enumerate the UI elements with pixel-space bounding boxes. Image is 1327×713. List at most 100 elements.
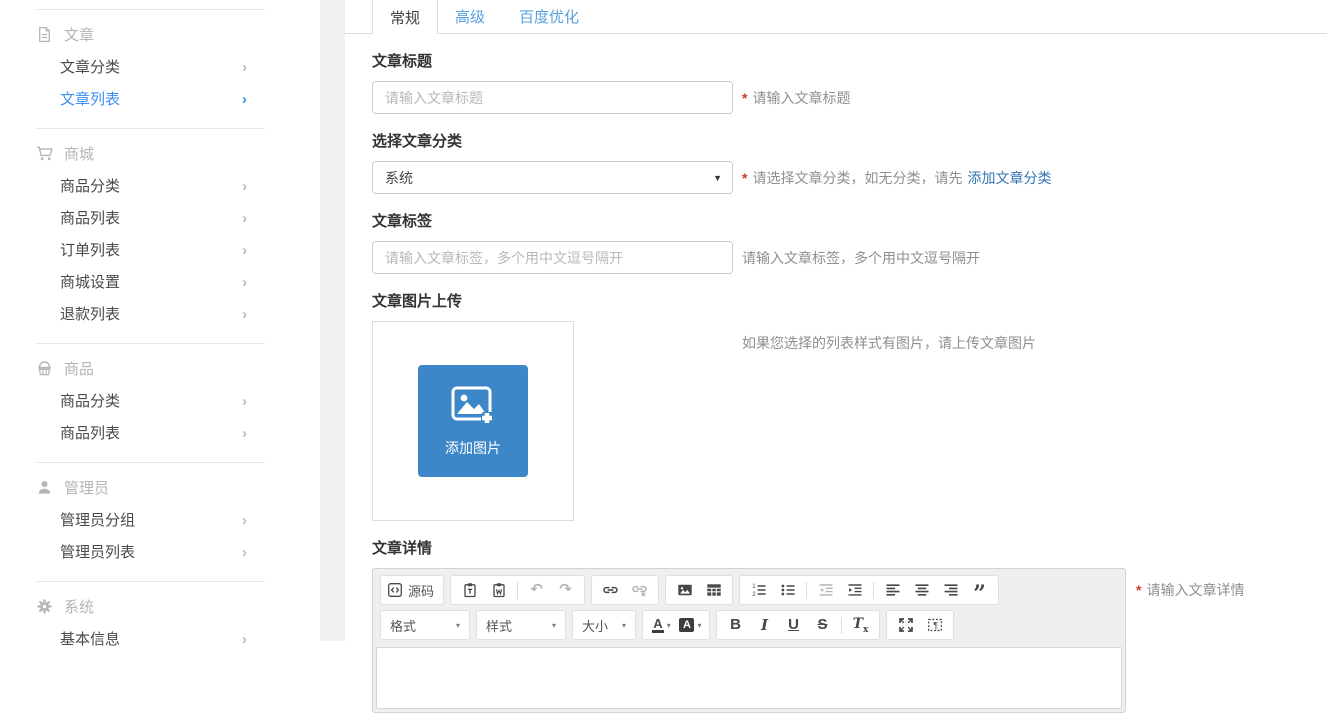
sidebar-group-product-header[interactable]: 商品	[35, 344, 265, 386]
sidebar-group-article-header[interactable]: 文章	[35, 10, 265, 52]
show-blocks-button[interactable]: ¶	[920, 613, 949, 637]
sidebar-item-admin-list[interactable]: 管理员列表 ›	[35, 537, 265, 569]
field-article-image: 文章图片上传	[372, 290, 1327, 521]
sidebar-group-admin-header[interactable]: 管理员	[35, 463, 265, 505]
styles-dropdown[interactable]: 样式 ▾	[476, 610, 566, 640]
add-image-button[interactable]: 添加图片	[418, 365, 528, 477]
link-button[interactable]	[596, 578, 625, 602]
sidebar-item-order-list[interactable]: 订单列表 ›	[35, 235, 265, 267]
title-input[interactable]	[372, 81, 733, 114]
chevron-right-icon: ›	[242, 395, 247, 409]
bold-button[interactable]: B	[721, 613, 750, 637]
image-hint: 如果您选择的列表样式有图片，请上传文章图片	[742, 333, 1036, 353]
caret-down-icon: ▾	[552, 621, 556, 630]
insert-table-button[interactable]	[699, 578, 728, 602]
sidebar-item-article-category[interactable]: 文章分类 ›	[35, 52, 265, 84]
tab-baidu-seo[interactable]: 百度优化	[502, 0, 596, 33]
align-right-button[interactable]	[936, 578, 965, 602]
cart-icon	[36, 145, 53, 162]
add-category-link[interactable]: 添加文章分类	[967, 168, 1051, 188]
sidebar: 文章 文章分类 › 文章列表 ›	[0, 0, 320, 641]
source-button[interactable]: 源码	[385, 578, 439, 602]
category-select[interactable]: 系统 ▼	[372, 161, 733, 194]
unlink-button[interactable]	[625, 578, 654, 602]
styles-dropdown-label: 样式	[486, 616, 512, 635]
paste-text-button[interactable]	[455, 578, 484, 602]
maximize-button[interactable]	[891, 613, 920, 637]
redo-button[interactable]: ↷	[551, 578, 580, 602]
undo-icon: ↶	[530, 582, 543, 598]
category-hint: * 请选择文章分类，如无分类，请先 添加文章分类	[742, 168, 1051, 188]
sidebar-item-mall-settings[interactable]: 商城设置 ›	[35, 267, 265, 299]
sidebar-item-product-list[interactable]: 商品列表 ›	[35, 418, 265, 450]
sidebar-item-label: 基本信息	[60, 632, 120, 648]
tab-label: 高级	[455, 6, 485, 27]
link-icon	[602, 582, 619, 598]
sidebar-item-admin-group[interactable]: 管理员分组 ›	[35, 505, 265, 537]
field-label: 文章图片上传	[372, 290, 1327, 311]
field-label: 选择文章分类	[372, 130, 1327, 151]
sidebar-item-label: 退款列表	[60, 307, 120, 323]
field-article-title: 文章标题 * 请输入文章标题	[372, 50, 1327, 114]
sidebar-item-article-list[interactable]: 文章列表 ›	[35, 84, 265, 116]
outdent-icon	[818, 582, 834, 598]
select-arrow-icon: ▼	[713, 173, 722, 183]
maximize-icon	[898, 617, 914, 633]
tab-advanced[interactable]: 高级	[438, 0, 502, 33]
image-plus-icon	[449, 385, 497, 429]
outdent-button[interactable]	[811, 578, 840, 602]
chevron-right-icon: ›	[242, 180, 247, 194]
underline-button[interactable]: U	[779, 613, 808, 637]
insert-image-button[interactable]	[670, 578, 699, 602]
main-content: 常规 高级 百度优化 文章标题 * 请输入文章标题	[345, 0, 1327, 641]
sidebar-item-goods-category[interactable]: 商品分类 ›	[35, 171, 265, 203]
hint-text: 请输入文章详情	[1146, 580, 1244, 600]
toolbar-separator	[517, 582, 518, 599]
sidebar-group-mall-header[interactable]: 商城	[35, 129, 265, 171]
align-left-button[interactable]	[878, 578, 907, 602]
paste-word-button[interactable]	[484, 578, 513, 602]
sidebar-item-product-category[interactable]: 商品分类 ›	[35, 386, 265, 418]
table-icon	[706, 582, 722, 598]
hint-text: 请输入文章标签，多个用中文逗号隔开	[742, 248, 980, 268]
paste-text-icon	[462, 582, 478, 598]
sidebar-item-label: 订单列表	[60, 243, 120, 259]
ordered-list-icon: 1 2	[751, 582, 767, 598]
italic-button[interactable]: I	[750, 613, 779, 637]
sidebar-group-label: 管理员	[64, 477, 109, 498]
font-size-dropdown[interactable]: 大小 ▾	[572, 610, 636, 640]
sidebar-group-system-header[interactable]: 系统	[35, 582, 265, 624]
sidebar-item-refund-list[interactable]: 退款列表 ›	[35, 299, 265, 331]
chevron-right-icon: ›	[242, 546, 247, 560]
undo-button[interactable]: ↶	[522, 578, 551, 602]
detail-hint: * 请输入文章详情	[1136, 580, 1244, 600]
align-left-icon	[885, 582, 901, 598]
tags-input[interactable]	[372, 241, 733, 274]
editor-content-area[interactable]	[376, 647, 1122, 709]
ordered-list-button[interactable]: 1 2	[744, 578, 773, 602]
field-article-detail: 文章详情	[372, 537, 1327, 713]
blockquote-button[interactable]: ”	[965, 578, 994, 602]
align-center-button[interactable]	[907, 578, 936, 602]
bulleted-list-icon	[780, 582, 796, 598]
chevron-right-icon: ›	[242, 276, 247, 290]
indent-button[interactable]	[840, 578, 869, 602]
sidebar-item-goods-list[interactable]: 商品列表 ›	[35, 203, 265, 235]
user-icon	[36, 479, 53, 496]
italic-icon: I	[761, 617, 768, 633]
format-dropdown[interactable]: 格式 ▾	[380, 610, 470, 640]
chevron-right-icon: ›	[242, 633, 247, 647]
sidebar-item-basic-info[interactable]: 基本信息 ›	[35, 624, 265, 656]
sidebar-item-label: 商品列表	[60, 426, 120, 442]
remove-format-button[interactable]: Tx	[846, 613, 875, 637]
toolbar-separator	[841, 617, 842, 634]
strikethrough-button[interactable]: S	[808, 613, 837, 637]
text-color-button[interactable]: A ▾	[647, 613, 676, 637]
background-color-button[interactable]: A ▾	[676, 613, 705, 637]
bulleted-list-button[interactable]	[773, 578, 802, 602]
redo-icon: ↷	[559, 582, 572, 598]
field-article-category: 选择文章分类 系统 ▼ * 请选择文章分类，如无分类，请先 添加文章分类	[372, 130, 1327, 194]
blockquote-icon: ”	[973, 581, 986, 599]
tab-general[interactable]: 常规	[372, 0, 438, 34]
article-form: 文章标题 * 请输入文章标题 选择文章分类 系统	[345, 34, 1327, 713]
